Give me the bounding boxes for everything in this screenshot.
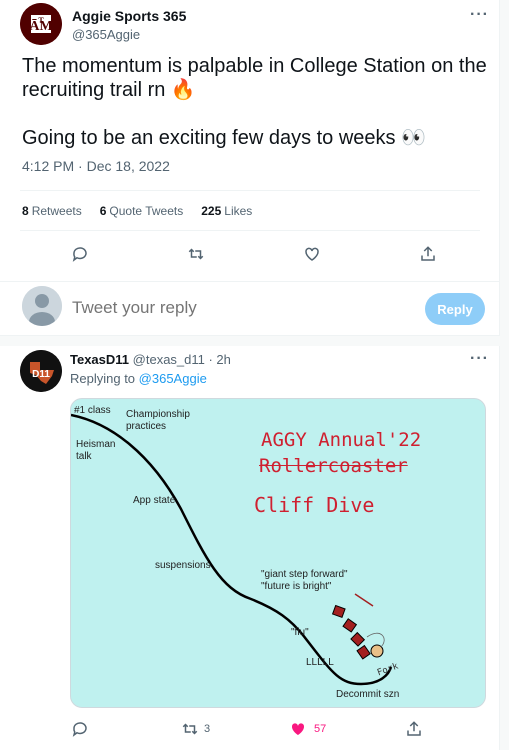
share-icon[interactable] xyxy=(418,244,438,264)
reply-author-name[interactable]: TexasD11 xyxy=(70,352,129,367)
retweet-icon[interactable] xyxy=(186,244,206,264)
divider xyxy=(20,190,480,191)
retweets-stat[interactable]: 8 Retweets xyxy=(22,204,82,218)
user-avatar[interactable] xyxy=(22,286,62,326)
tweet-text: The momentum is palpable in College Stat… xyxy=(22,55,487,149)
likes-stat[interactable]: 225 Likes xyxy=(201,204,252,218)
timeline-frame: ĀM T Aggie Sports 365 @365Aggie ··· The … xyxy=(0,0,500,750)
texasd11-avatar[interactable]: D11 xyxy=(20,350,62,392)
reply-composer: Reply xyxy=(0,281,500,336)
reply-tweet: D11 TexasD11 @texas_d11 · 2h ··· Replyin… xyxy=(0,346,500,750)
more-options-icon[interactable]: ··· xyxy=(470,6,489,24)
reply-button[interactable]: Reply xyxy=(425,293,485,325)
reply-header: TexasD11 @texas_d11 · 2h xyxy=(70,352,231,367)
label-flu: "flu" xyxy=(291,627,309,638)
label-1-class: #1 class xyxy=(74,405,111,416)
reply-input[interactable] xyxy=(72,298,322,318)
replying-to-link[interactable]: @365Aggie xyxy=(139,371,207,386)
svg-text:D11: D11 xyxy=(32,369,50,380)
label-heisman: Heisman talk xyxy=(76,439,116,462)
like-icon[interactable] xyxy=(302,244,322,264)
reply-like-icon[interactable] xyxy=(288,719,308,739)
reply-more-icon[interactable]: ··· xyxy=(470,350,489,368)
quote-tweets-stat[interactable]: 6 Quote Tweets xyxy=(100,204,184,218)
label-app-state: App state xyxy=(133,495,176,506)
default-avatar-icon xyxy=(22,286,62,326)
label-championship: Championship practices xyxy=(126,409,190,432)
author-name[interactable]: Aggie Sports 365 xyxy=(72,8,186,24)
tweet-stats: 8 Retweets 6 Quote Tweets 225 Likes xyxy=(22,204,252,218)
hand-title-3: Cliff Dive xyxy=(254,493,375,517)
label-decommit: Decommit szn xyxy=(336,689,400,700)
divider xyxy=(20,230,480,231)
main-tweet: ĀM T Aggie Sports 365 @365Aggie ··· The … xyxy=(0,0,500,280)
atm-logo-icon: ĀM T xyxy=(20,3,62,45)
section-gap xyxy=(0,336,500,346)
reply-like-count: 57 xyxy=(314,723,327,735)
replying-to: Replying to @365Aggie xyxy=(70,371,207,386)
reply-icon[interactable] xyxy=(70,244,90,264)
label-lllll: LLLLL xyxy=(306,657,334,668)
hand-title-2: Rollercoaster xyxy=(259,455,408,477)
reply-retweet-count: 3 xyxy=(204,723,211,735)
svg-text:T: T xyxy=(38,16,44,25)
coaster-cars xyxy=(331,604,371,660)
reply-author-handle[interactable]: @texas_d11 · 2h xyxy=(133,352,231,367)
reply-retweet-icon[interactable] xyxy=(180,719,200,739)
label-suspensions: suspensions xyxy=(155,560,211,571)
hand-title-1: AGGY Annual'22 xyxy=(261,429,422,451)
attached-image[interactable]: #1 class Championship practices Heisman … xyxy=(70,398,486,708)
texas-logo-icon: D11 xyxy=(20,350,62,392)
label-giant-step: "giant step forward" "future is bright" xyxy=(261,569,348,592)
tweet-timestamp[interactable]: 4:12 PM · Dec 18, 2022 xyxy=(22,158,170,174)
aggie-avatar[interactable]: ĀM T xyxy=(20,3,62,45)
author-handle[interactable]: @365Aggie xyxy=(72,27,140,42)
reply-reply-icon[interactable] xyxy=(70,719,90,739)
reply-share-icon[interactable] xyxy=(404,719,424,739)
